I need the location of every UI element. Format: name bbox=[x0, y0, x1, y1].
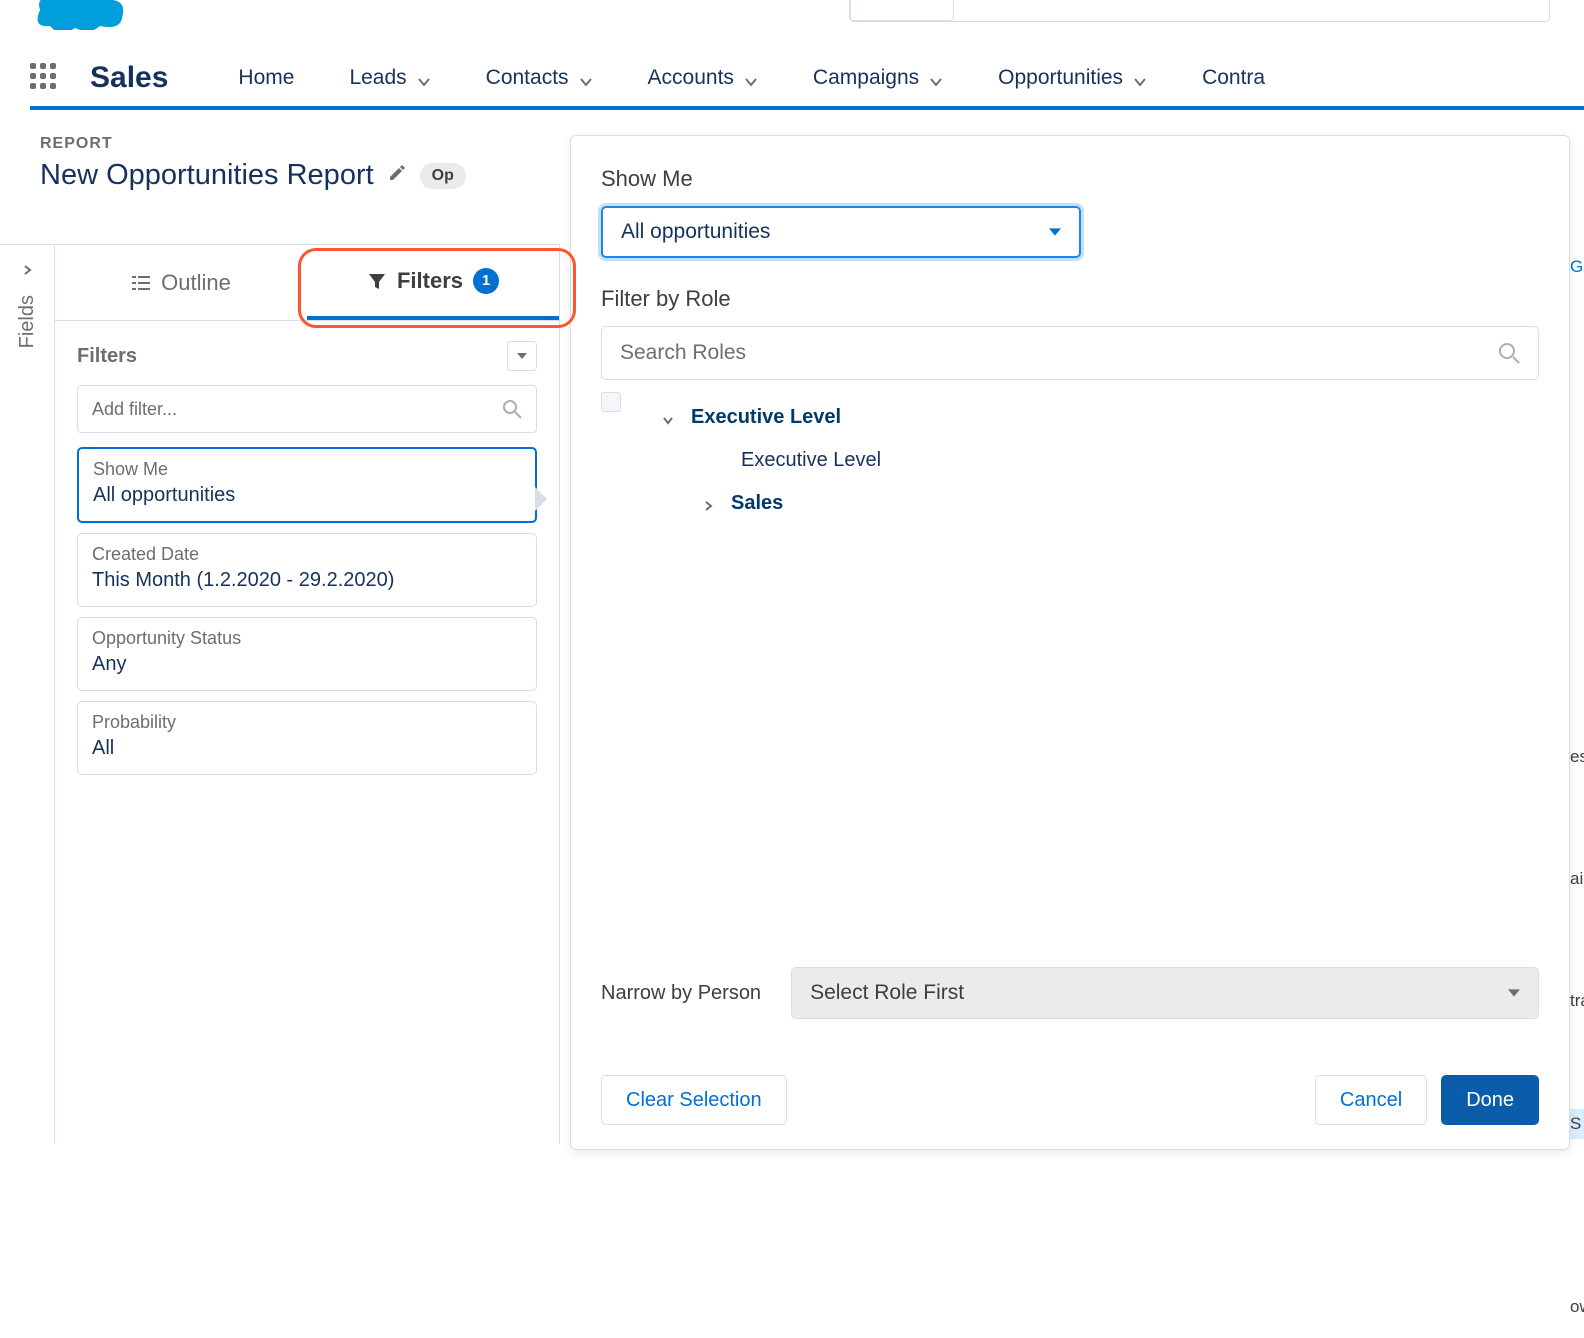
role-tree: Executive Level Executive Level Sales bbox=[601, 396, 1539, 525]
show-me-value: All opportunities bbox=[621, 220, 770, 244]
tree-link-sales[interactable]: Sales bbox=[731, 492, 783, 515]
checkbox[interactable] bbox=[601, 392, 621, 412]
chevron-down-icon[interactable] bbox=[579, 71, 593, 85]
fields-rail[interactable]: Fields bbox=[0, 244, 55, 1144]
chevron-down-icon bbox=[1508, 987, 1520, 999]
tree-text-executive: Executive Level bbox=[741, 449, 881, 472]
add-filter-input[interactable]: Add filter... bbox=[77, 385, 537, 433]
tree-row-executive-level-child[interactable]: Executive Level bbox=[611, 439, 1539, 482]
chevron-right-icon[interactable] bbox=[701, 496, 717, 512]
nav-opportunities[interactable]: Opportunities bbox=[998, 66, 1147, 90]
tree-row-sales[interactable]: Sales bbox=[611, 482, 1539, 525]
overflow-fragments: Go es ail tra S ow bbox=[1570, 135, 1584, 1338]
report-label: REPORT bbox=[40, 135, 466, 153]
chevron-down-icon bbox=[1049, 226, 1061, 238]
nav-accounts[interactable]: Accounts bbox=[648, 66, 758, 90]
outline-icon bbox=[131, 273, 151, 293]
tab-filters-label: Filters bbox=[397, 268, 463, 294]
filter-card-show-me[interactable]: Show Me All opportunities bbox=[77, 447, 537, 523]
filter-card-opportunity-status[interactable]: Opportunity Status Any bbox=[77, 617, 537, 691]
nav-contacts[interactable]: Contacts bbox=[486, 66, 593, 90]
salesforce-logo bbox=[30, 0, 130, 30]
pencil-icon[interactable] bbox=[388, 164, 406, 187]
filter-icon bbox=[367, 271, 387, 291]
filter-card-label: Show Me bbox=[93, 459, 521, 480]
chevron-down-icon[interactable] bbox=[929, 71, 943, 85]
search-roles-input[interactable]: Search Roles bbox=[601, 326, 1539, 380]
filter-card-value: All bbox=[92, 735, 522, 762]
nav-campaigns[interactable]: Campaigns bbox=[813, 66, 943, 90]
tree-row-executive-level[interactable]: Executive Level bbox=[611, 396, 1539, 439]
narrow-by-person-select[interactable]: Select Role First bbox=[791, 967, 1539, 1019]
narrow-by-person-label: Narrow by Person bbox=[601, 982, 761, 1005]
navigation-bar: Sales Home Leads Contacts Accounts Campa… bbox=[30, 50, 1584, 110]
filter-card-value: All opportunities bbox=[93, 482, 521, 509]
chevron-down-icon[interactable] bbox=[417, 71, 431, 85]
search-icon bbox=[1498, 342, 1520, 364]
filters-menu-button[interactable] bbox=[507, 341, 537, 371]
filters-sidebar: Outline Filters 1 Filters Add filter... … bbox=[55, 244, 560, 1144]
global-search[interactable] bbox=[850, 0, 1550, 22]
tab-filters[interactable]: Filters 1 bbox=[307, 245, 559, 320]
filter-card-label: Created Date bbox=[92, 544, 522, 565]
show-me-label: Show Me bbox=[601, 166, 1539, 192]
app-name: Sales bbox=[90, 61, 168, 95]
search-icon bbox=[502, 399, 522, 419]
filter-by-role-label: Filter by Role bbox=[601, 286, 1539, 312]
nav-contracts[interactable]: Contra bbox=[1202, 66, 1265, 90]
clear-selection-button[interactable]: Clear Selection bbox=[601, 1075, 787, 1125]
show-me-select[interactable]: All opportunities bbox=[601, 206, 1081, 258]
chevron-down-icon[interactable] bbox=[744, 71, 758, 85]
tab-outline[interactable]: Outline bbox=[55, 245, 307, 320]
filters-heading: Filters bbox=[77, 345, 137, 368]
search-roles-placeholder: Search Roles bbox=[620, 341, 746, 365]
tab-outline-label: Outline bbox=[161, 270, 231, 296]
show-me-popup: Show Me All opportunities Filter by Role… bbox=[570, 135, 1570, 1150]
nav-home[interactable]: Home bbox=[238, 66, 294, 90]
done-button[interactable]: Done bbox=[1441, 1075, 1539, 1125]
nav-leads[interactable]: Leads bbox=[349, 66, 430, 90]
filter-card-value: Any bbox=[92, 651, 522, 678]
report-title: New Opportunities Report bbox=[40, 159, 374, 192]
app-launcher-icon[interactable] bbox=[30, 63, 60, 93]
filter-card-label: Opportunity Status bbox=[92, 628, 522, 649]
cancel-button[interactable]: Cancel bbox=[1315, 1075, 1427, 1125]
chevron-right-icon bbox=[21, 263, 33, 281]
add-filter-placeholder: Add filter... bbox=[92, 399, 177, 420]
filter-card-probability[interactable]: Probability All bbox=[77, 701, 537, 775]
tree-link-executive[interactable]: Executive Level bbox=[691, 406, 841, 429]
filter-card-label: Probability bbox=[92, 712, 522, 733]
fields-rail-label: Fields bbox=[16, 295, 39, 348]
report-type-pill[interactable]: Op bbox=[420, 163, 466, 189]
chevron-down-icon[interactable] bbox=[1133, 71, 1147, 85]
filter-card-created-date[interactable]: Created Date This Month (1.2.2020 - 29.2… bbox=[77, 533, 537, 607]
filter-card-value: This Month (1.2.2020 - 29.2.2020) bbox=[92, 567, 522, 594]
filters-count-badge: 1 bbox=[473, 268, 499, 294]
narrow-value: Select Role First bbox=[810, 981, 964, 1005]
chevron-down-icon[interactable] bbox=[661, 410, 677, 426]
